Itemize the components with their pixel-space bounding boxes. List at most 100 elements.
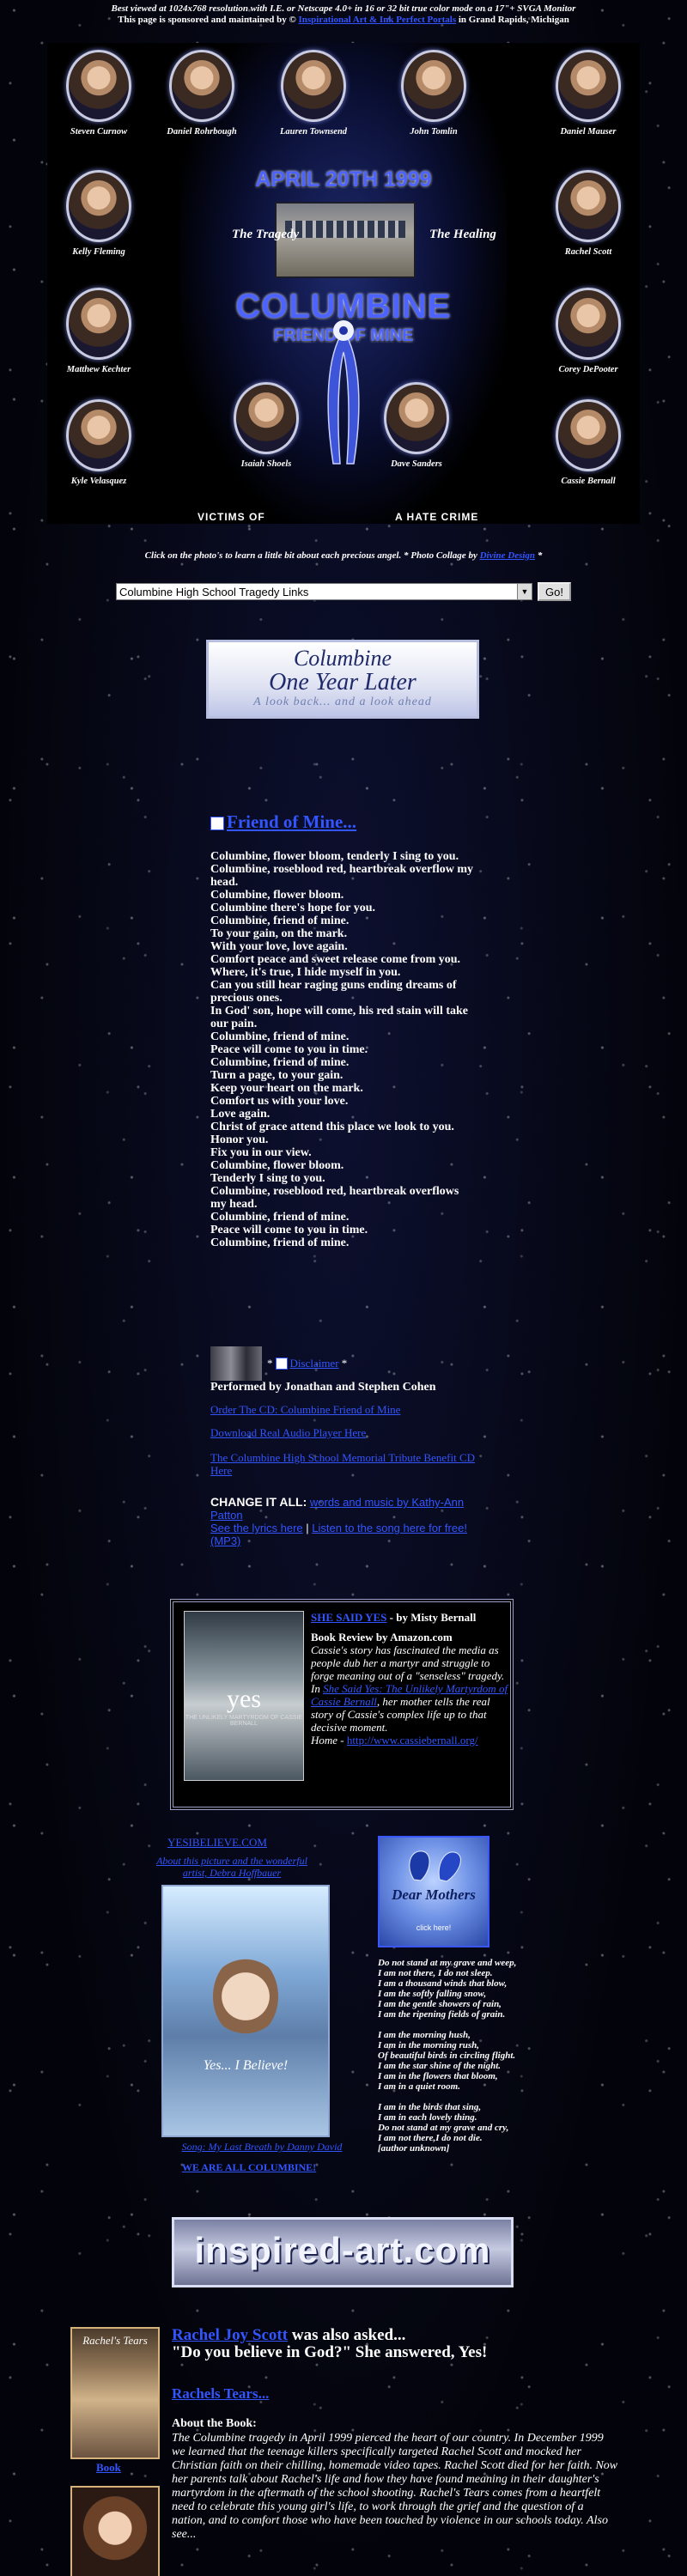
poem-line: I am the ripening fields of grain. [378,2009,506,2020]
inspired-art-text: inspired-art.com [194,2230,491,2270]
book-link[interactable]: Book [96,2461,121,2475]
victim-steven-curnow[interactable]: Steven Curnow [52,50,146,137]
browser-note: Best viewed at 1024x768 resolution with … [0,3,687,26]
lyric-line: Columbine, friend of mine. [210,1056,350,1069]
lyric-line: Columbine, flower bloom. [210,1159,344,1172]
victim-name: Matthew Kechter [66,365,131,374]
order-cd-link[interactable]: Order The CD: Columbine Friend of Mine [210,1403,400,1417]
victim-daniel-rohrbough[interactable]: Daniel Rohrbough [155,50,249,137]
song-title[interactable]: Friend of Mine... [210,811,356,833]
victim-corey-depooter[interactable]: Corey DePooter [541,288,635,374]
portrait [213,1955,278,2038]
disclaimer-link[interactable]: Disclaimer [290,1357,339,1370]
yes-i-believe-image[interactable]: Yes... I Believe! [161,1885,330,2137]
lyric-line: Fix you in our view. [210,1146,312,1159]
rachels-tears-cover[interactable]: Rachel's Tears [70,2327,160,2459]
victim-name: Steven Curnow [70,127,128,137]
rachel-joy-scott-link[interactable]: Rachel Joy Scott [172,2326,288,2344]
my-last-breath-link[interactable]: Song: My Last Breath by Danny David [163,2141,361,2154]
victim-name: Cassie Bernall [561,477,616,486]
lyrics-link[interactable]: See the lyrics here [210,1522,303,1534]
lyric-line: Tenderly I sing to you. [210,1172,325,1185]
victims-of-label: VICTIMS OF [198,511,265,523]
tribute-cd-link[interactable]: The Columbine High School Memorial Tribu… [210,1451,494,1477]
inspired-art-banner[interactable]: inspired-art.com [172,2217,514,2287]
lyric-line: Columbine, flower bloom. [210,889,344,902]
victim-photo[interactable] [556,399,621,471]
victim-kyle-velasquez[interactable]: Kyle Velasquez [52,399,146,486]
victim-name: Daniel Mauser [560,127,617,137]
cover-title: Rachel's Tears [82,2334,148,2347]
victim-name: Kyle Velasquez [70,477,127,486]
rachels-tears-link[interactable]: Rachels Tears... [172,2385,269,2403]
we-are-all-columbine-link[interactable]: WE ARE ALL COLUMBINE! [163,2161,335,2174]
poem-line: [author unknown] [378,2143,450,2154]
victim-daniel-mauser[interactable]: Daniel Mauser [541,50,635,137]
lyric-line: Christ of grace attend this place we loo… [210,1121,454,1133]
victim-photo[interactable] [401,50,466,122]
sponsor-link[interactable]: Inspirational Art & Ink Perfect Portals [299,15,457,25]
cover-title: yes [227,1685,261,1713]
victim-photo[interactable] [556,288,621,360]
lyric-line: Columbine, roseblood red, heartbreak ove… [210,863,474,889]
victim-rachel-scott[interactable]: Rachel Scott [541,170,635,257]
links-select[interactable]: Columbine High School Tragedy Links ▼ [116,583,532,600]
real-audio-link[interactable]: Download Real Audio Player Here [210,1426,366,1440]
she-said-yes-text: SHE SAID YES - by Misty Bernall Book Rev… [311,1611,508,1747]
victim-kelly-fleming[interactable]: Kelly Fleming [52,170,146,257]
memorial-photo-collage: APRIL 20TH 1999 The Tragedy The Healing … [47,43,640,524]
memorial-date: APRIL 20TH 1999 [255,167,432,191]
performers-photo [210,1346,262,1381]
change-it-all: CHANGE IT ALL: words and music by Kathy-… [210,1495,467,1548]
victim-name: Kelly Fleming [72,247,125,257]
victim-photo[interactable] [66,170,131,242]
lyric-line: Columbine there's hope for you. [210,902,375,914]
sponsor-line: This page is sponsored and maintained by… [0,15,687,26]
browser-note-line1: Best viewed at 1024x768 resolution with … [111,3,576,14]
sponsor-suffix: in Grand Rapids, Michigan [458,15,569,25]
poem-line: I am the morning hush, [378,2030,471,2040]
she-said-yes-cover[interactable]: yes THE UNLIKELY MARTYRDOM OF CASSIE BER… [184,1611,304,1781]
speaker-icon[interactable] [275,1358,288,1370]
lyric-line: Honor you. [210,1133,269,1146]
cassie-home-link[interactable]: http://www.cassiebernall.org/ [347,1734,478,1747]
victim-dave-sanders[interactable]: Dave Sanders [369,382,464,469]
victim-photo[interactable] [66,288,131,360]
victim-isaiah-shoels[interactable]: Isaiah Shoels [219,382,313,469]
victim-lauren-townsend[interactable]: Lauren Townsend [266,50,361,137]
artist-info-link[interactable]: About this picture and the wonderful art… [150,1855,313,1879]
victim-john-tomlin[interactable]: John Tomlin [386,50,481,137]
dear-mothers-button[interactable]: Dear Mothers click here! [378,1836,489,1947]
victim-photo[interactable] [556,50,621,122]
poem-line: I am in the morning rush, [378,2040,479,2050]
victim-photo[interactable] [66,50,131,122]
lyric-line: Turn a page, to your gain. [210,1069,344,1082]
lyric-line: Can you still hear raging guns ending dr… [210,979,457,1005]
lyric-line: Columbine, friend of mine. [210,1236,350,1249]
victim-cassie-bernall[interactable]: Cassie Bernall [541,399,635,486]
go-button[interactable]: Go! [538,582,571,601]
poem-line: I am the gentle showers of rain, [378,1999,502,2009]
rachel-scott-photo[interactable] [70,2486,160,2576]
victim-photo[interactable] [66,399,131,471]
victim-photo[interactable] [234,382,299,454]
victim-name: John Tomlin [410,127,458,137]
victim-photo[interactable] [556,170,621,242]
she-said-yes-link[interactable]: SHE SAID YES [311,1611,386,1624]
banner-line2: One Year Later [269,669,416,696]
lyric-line: Where, it's true, I hide myself in you. [210,966,401,979]
song-title-link[interactable]: Friend of Mine... [227,811,356,832]
dear-mothers-title: Dear Mothers [392,1886,476,1903]
victim-photo[interactable] [169,50,234,122]
poem-line: I am in each lovely thing. [378,2112,477,2123]
dear-mothers-click: click here! [416,1923,452,1932]
speaker-icon[interactable] [210,817,224,831]
yesibelieve-link[interactable]: YESIBELIEVE.COM [167,1836,267,1850]
chevron-down-icon[interactable]: ▼ [517,584,532,599]
victim-photo[interactable] [384,382,449,454]
victim-matthew-kechter[interactable]: Matthew Kechter [52,288,146,374]
victim-photo[interactable] [281,50,346,122]
she-said-yes-byline: - by Misty Bernall [389,1611,477,1624]
one-year-later-banner[interactable]: Columbine One Year Later A look back... … [206,640,479,719]
divine-design-link[interactable]: Divine Design [480,550,535,561]
